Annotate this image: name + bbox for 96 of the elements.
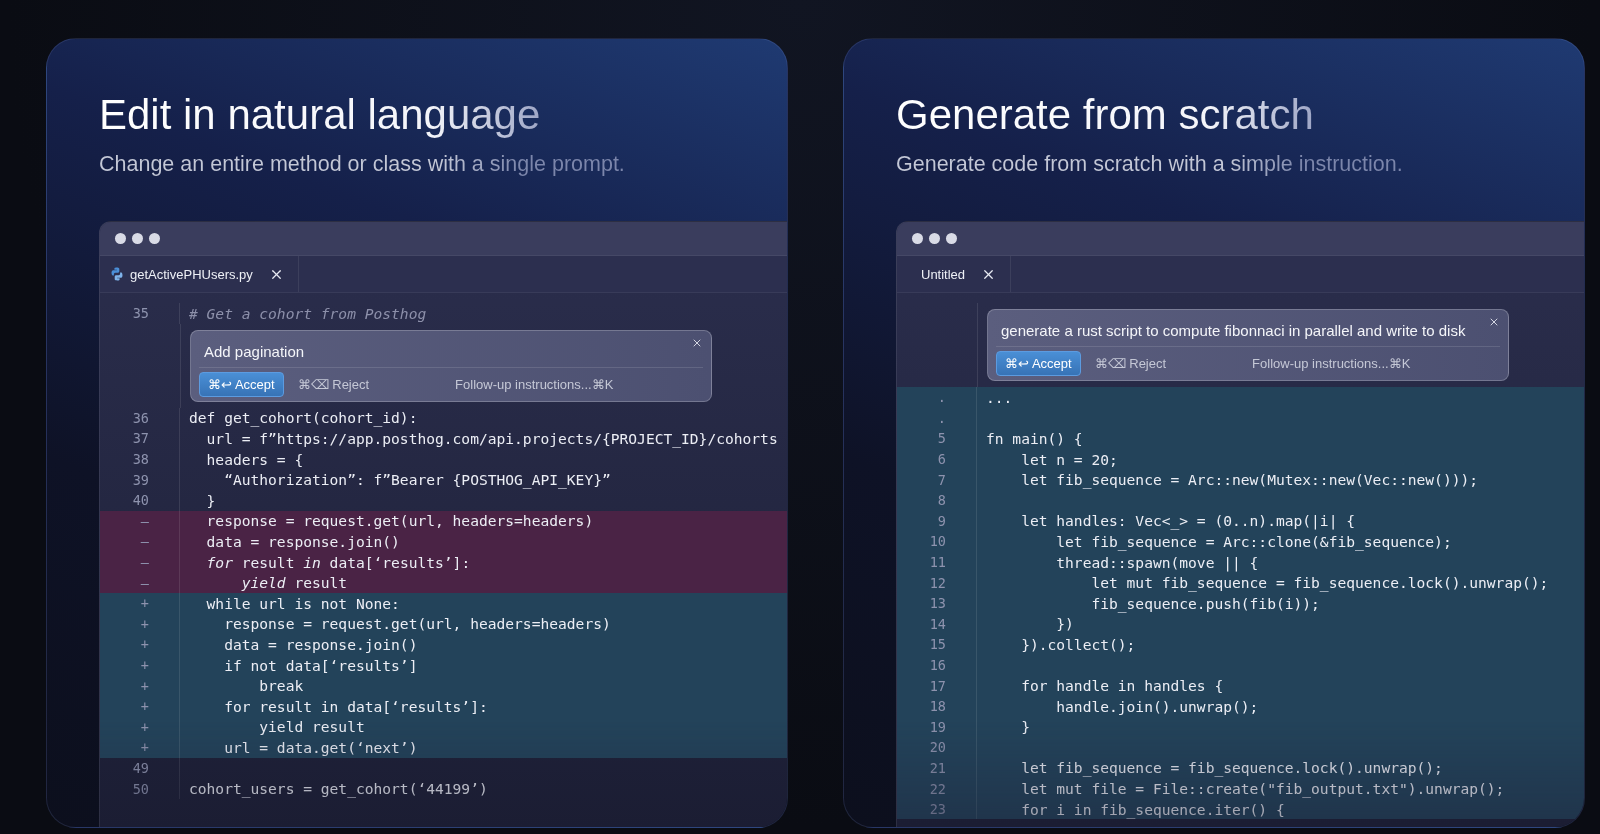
line-number: +: [140, 718, 149, 735]
line-number: 22: [929, 780, 946, 797]
line-number: 37: [132, 430, 149, 447]
line-number: –: [140, 533, 149, 550]
line-number: +: [140, 615, 149, 632]
code-text: data = response.join(): [205, 532, 400, 550]
line-number: 35: [132, 305, 149, 322]
window-dot[interactable]: [132, 233, 143, 244]
code-text: for handle in handles {: [1020, 677, 1224, 695]
close-button[interactable]: [1488, 316, 1500, 328]
window-dot[interactable]: [946, 233, 957, 244]
code-text: def get_cohort(cohort_id):: [188, 409, 418, 427]
window-dot[interactable]: [115, 233, 126, 244]
code-text: break: [258, 677, 304, 695]
line-number: 40: [132, 492, 149, 509]
code-text: fn main() {: [985, 430, 1083, 447]
code-text: headers = {: [205, 450, 304, 468]
line-number: 39: [132, 471, 149, 488]
reject-button[interactable]: ⌘⌫ Reject: [297, 372, 370, 396]
code-text: let fib_sequence = Arc::clone(&fib_sequence);: [1055, 532, 1452, 550]
code-text: if not data[‘results’]: [223, 656, 418, 674]
code-text: response = request.get(url, headers=headers): [205, 512, 594, 530]
line-number: 17: [929, 677, 946, 694]
code-text: fib_sequence.push(fib(i));: [1090, 594, 1320, 612]
line-number: +: [140, 595, 149, 612]
code-text: }).collect();: [1020, 635, 1136, 653]
code-text: thread::spawn(move || {: [1055, 553, 1259, 571]
line-number: 49: [132, 760, 149, 776]
code-text: let handles: Vec<_> = (0..n).map(|i| {: [1020, 512, 1356, 530]
code-text: yield result: [258, 718, 365, 736]
prompt-text: generate a rust script to compute fibonnaci in parallel and write to disk: [996, 310, 1500, 347]
code-text: “Authorization”: f”Bearer {POSTHOG_API_KEY}”: [223, 471, 611, 489]
line-number: –: [140, 574, 149, 591]
accept-button[interactable]: ⌘↩ Accept: [199, 371, 284, 397]
code-text: # Get a cohort from Posthog: [188, 304, 427, 322]
line-number: 9: [937, 512, 946, 529]
code-text: for result in data[‘results’]:: [223, 697, 488, 715]
line-number: 38: [132, 451, 149, 468]
line-number: 13: [929, 595, 946, 612]
line-number: +: [140, 739, 149, 756]
line-number: 14: [929, 615, 946, 632]
code-text: let n = 20;: [1020, 450, 1118, 468]
accept-button[interactable]: ⌘↩ Accept: [996, 351, 1081, 376]
code-text: }: [205, 491, 216, 509]
line-number: +: [140, 677, 149, 694]
code-text: }: [1020, 718, 1030, 736]
prompt-text: Add pagination: [199, 330, 703, 368]
code-text: ...: [985, 388, 1013, 406]
line-number: 18: [929, 698, 946, 715]
code-text: }): [1055, 615, 1074, 633]
line-number: 15: [929, 636, 946, 653]
line-number: 12: [929, 574, 946, 591]
file-tab[interactable]: Untitled: [897, 256, 1012, 292]
line-number: 36: [132, 409, 149, 426]
code-text: response = request.get(url, headers=headers): [223, 615, 611, 633]
code-text: url = data.get(‘next’): [223, 738, 418, 756]
line-number: 16: [929, 657, 946, 673]
line-number: 6: [937, 451, 946, 468]
line-number: 20: [929, 739, 946, 756]
code-text: let fib_sequence = Arc::new(Mutex::new(Vec::new()));: [1020, 471, 1479, 489]
window-dot[interactable]: [912, 233, 923, 244]
code-text: cohort_users = get_cohort(‘44199’): [188, 780, 488, 798]
tab-label: Untitled: [920, 266, 967, 282]
code-text: let mut fib_sequence = fib_sequence.lock().unwrap();: [1090, 574, 1549, 592]
follow-up-hint: Follow-up instructions...⌘K: [1252, 356, 1411, 371]
line-number: 8: [937, 492, 946, 509]
line-number: 23: [929, 801, 946, 818]
line-number: 10: [929, 533, 946, 550]
window-dot[interactable]: [929, 233, 940, 244]
line-number: 21: [929, 760, 946, 776]
code-text: while url is not None:: [205, 594, 400, 612]
code-text: handle.join().unwrap();: [1055, 697, 1259, 715]
line-number: .: [937, 409, 946, 426]
line-number: +: [140, 698, 149, 715]
line-number: 50: [132, 780, 149, 797]
code-text: yield result: [240, 574, 348, 592]
window-dot[interactable]: [149, 233, 160, 244]
line-number: 5: [937, 430, 946, 447]
code-text: for i in fib_sequence.iter() {: [1020, 800, 1285, 818]
line-number: .: [937, 389, 946, 406]
tab-label: getActivePHUsers.py: [130, 266, 254, 282]
line-number: –: [140, 512, 149, 529]
python-logo-icon: [110, 267, 124, 281]
line-number: 11: [929, 554, 946, 571]
code-text: url = f”https://app.posthog.com/api.projects/{PROJECT_ID}/cohorts: [205, 430, 778, 447]
code-text: let fib_sequence = fib_sequence.lock().unwrap();: [1020, 759, 1443, 777]
line-number: 19: [929, 718, 946, 735]
line-number: 7: [937, 471, 946, 488]
line-number: +: [140, 657, 149, 673]
reject-button[interactable]: ⌘⌫ Reject: [1094, 352, 1167, 375]
line-number: –: [140, 554, 149, 571]
follow-up-hint: Follow-up instructions...⌘K: [455, 376, 614, 392]
line-number: +: [140, 636, 149, 653]
code-text: data = response.join(): [223, 635, 418, 653]
code-text: for result in data[‘results’]:: [205, 553, 471, 571]
code-text: let mut file = File::create("fib_output.txt").unwrap();: [1020, 780, 1505, 798]
